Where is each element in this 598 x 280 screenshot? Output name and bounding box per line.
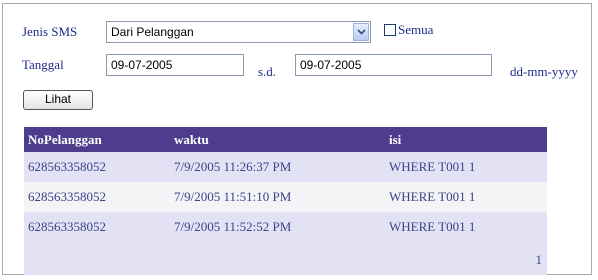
header-isi[interactable]: isi xyxy=(389,127,401,152)
jenis-sms-select[interactable]: Dari Pelanggan xyxy=(106,21,371,43)
jenis-sms-label: Jenis SMS xyxy=(22,24,78,39)
date-format-hint: dd-mm-yyyy xyxy=(510,64,578,79)
header-waktu[interactable]: waktu xyxy=(174,127,209,152)
semua-label: Semua xyxy=(398,22,434,37)
sms-results-table: NoPelanggan waktu isi 628563358052 7/9/2… xyxy=(24,127,547,275)
cell-nopelanggan: 628563358052 xyxy=(28,219,106,234)
header-nopelanggan[interactable]: NoPelanggan xyxy=(28,127,102,152)
table-row: 628563358052 7/9/2005 11:26:37 PM WHERE … xyxy=(24,152,547,182)
date-to-input[interactable]: 09-07-2005 xyxy=(295,54,492,76)
page-link[interactable]: 1 xyxy=(536,252,543,268)
table-header: NoPelanggan waktu isi xyxy=(24,127,547,152)
sms-form-panel: Jenis SMS Dari Pelanggan Semua Tanggal 0… xyxy=(2,3,592,275)
cell-waktu: 7/9/2005 11:51:10 PM xyxy=(174,189,292,204)
cell-waktu: 7/9/2005 11:52:52 PM xyxy=(174,219,292,234)
chevron-down-icon[interactable] xyxy=(353,23,369,41)
cell-waktu: 7/9/2005 11:26:37 PM xyxy=(174,159,292,174)
semua-checkbox[interactable] xyxy=(384,24,396,36)
cell-isi: WHERE T001 1 xyxy=(389,219,476,234)
cell-isi: WHERE T001 1 xyxy=(389,159,476,174)
lihat-button[interactable]: Lihat xyxy=(23,90,93,110)
cell-isi: WHERE T001 1 xyxy=(389,189,476,204)
jenis-sms-value: Dari Pelanggan xyxy=(111,25,194,39)
table-row: 628563358052 7/9/2005 11:52:52 PM WHERE … xyxy=(24,212,547,242)
cell-nopelanggan: 628563358052 xyxy=(28,189,106,204)
cell-nopelanggan: 628563358052 xyxy=(28,159,106,174)
tanggal-label: Tanggal xyxy=(22,57,64,72)
sd-label: s.d. xyxy=(258,64,277,79)
table-row: 628563358052 7/9/2005 11:51:10 PM WHERE … xyxy=(24,182,547,212)
date-from-input[interactable]: 09-07-2005 xyxy=(106,54,244,76)
